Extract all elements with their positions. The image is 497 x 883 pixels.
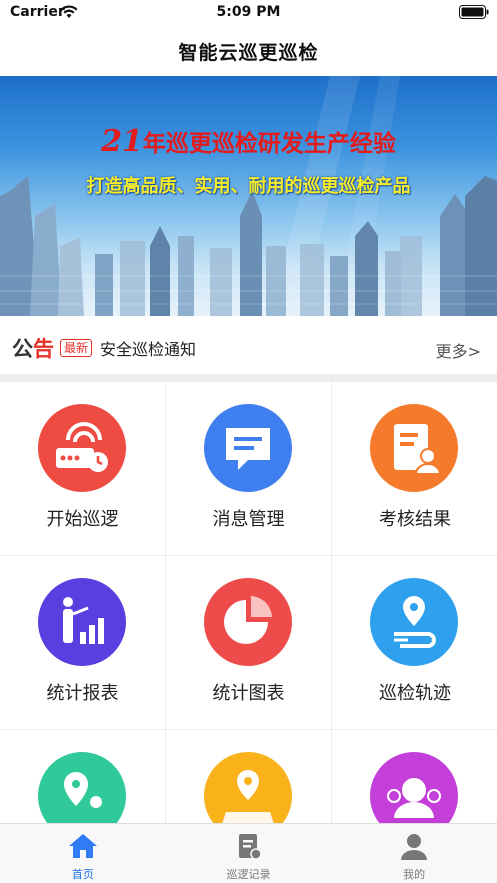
group-icon (370, 752, 458, 823)
menu-item-assessment-results[interactable]: 考核结果 (332, 382, 497, 556)
notice-text[interactable]: 安全巡检通知 (100, 336, 196, 360)
menu-item-statistical-report[interactable]: 统计报表 (0, 556, 166, 730)
nav-bar: 智能云巡更巡检 (0, 26, 497, 76)
banner[interactable]: 21年巡更巡检研发生产经验 打造高品质、实用、耐用的巡更巡检产品 (0, 76, 497, 316)
notice-logo-part1: 公 (12, 337, 33, 361)
tab-bar: 首页 巡逻记录 我的 (0, 823, 497, 883)
profile-icon (401, 834, 428, 860)
more-link[interactable]: 更多> (436, 338, 481, 362)
location-person-icon (38, 752, 126, 823)
menu-label: 消息管理 (212, 509, 285, 530)
menu-item-location-person[interactable] (0, 730, 166, 823)
map-pin-icon (204, 752, 292, 823)
section-divider (0, 374, 497, 382)
tab-patrol-records[interactable]: 巡逻记录 (166, 824, 332, 883)
menu-grid: 开始巡逻 消息管理 考核结果 统计报表 统计图表 巡检轨迹 (0, 382, 497, 823)
new-badge: 最新 (60, 339, 93, 357)
message-icon (204, 404, 292, 492)
tab-label: 首页 (71, 868, 94, 881)
menu-item-map-location[interactable] (166, 730, 332, 823)
track-icon (370, 578, 458, 666)
assessment-icon (370, 404, 458, 492)
notice-logo: 公告 (12, 333, 54, 363)
menu-label: 巡检轨迹 (379, 683, 451, 704)
status-time: 5:09 PM (216, 4, 281, 20)
menu-item-group[interactable] (332, 730, 497, 823)
home-icon (68, 834, 97, 858)
tab-home[interactable]: 首页 (0, 824, 166, 883)
menu-item-inspection-track[interactable]: 巡检轨迹 (332, 556, 497, 730)
record-icon (238, 834, 262, 860)
notice-bar[interactable]: 公告 最新 安全巡检通知 更多> (0, 322, 497, 374)
page-title: 智能云巡更巡检 (178, 41, 319, 64)
tab-label: 我的 (403, 868, 426, 881)
tab-profile[interactable]: 我的 (331, 824, 497, 883)
banner-headline-number: 21 (101, 124, 143, 159)
menu-label: 开始巡逻 (46, 509, 119, 530)
tab-label: 巡逻记录 (226, 868, 271, 881)
notice-logo-part2: 告 (33, 337, 54, 361)
report-icon (38, 578, 126, 666)
status-bar: Carrier 5:09 PM (0, 0, 497, 26)
battery-icon (459, 5, 489, 19)
banner-headline: 21年巡更巡检研发生产经验 (0, 124, 497, 159)
menu-label: 考核结果 (379, 509, 451, 530)
menu-item-start-patrol[interactable]: 开始巡逻 (0, 382, 166, 556)
pie-chart-icon (204, 578, 292, 666)
menu-label: 统计报表 (46, 683, 119, 704)
banner-subheadline: 打造高品质、实用、耐用的巡更巡检产品 (86, 176, 411, 197)
menu-item-statistical-chart[interactable]: 统计图表 (166, 556, 332, 730)
menu-label: 统计图表 (212, 683, 285, 704)
menu-item-message-management[interactable]: 消息管理 (166, 382, 332, 556)
banner-headline-text: 年巡更巡检研发生产经验 (142, 131, 396, 157)
patrol-device-icon (38, 404, 126, 492)
